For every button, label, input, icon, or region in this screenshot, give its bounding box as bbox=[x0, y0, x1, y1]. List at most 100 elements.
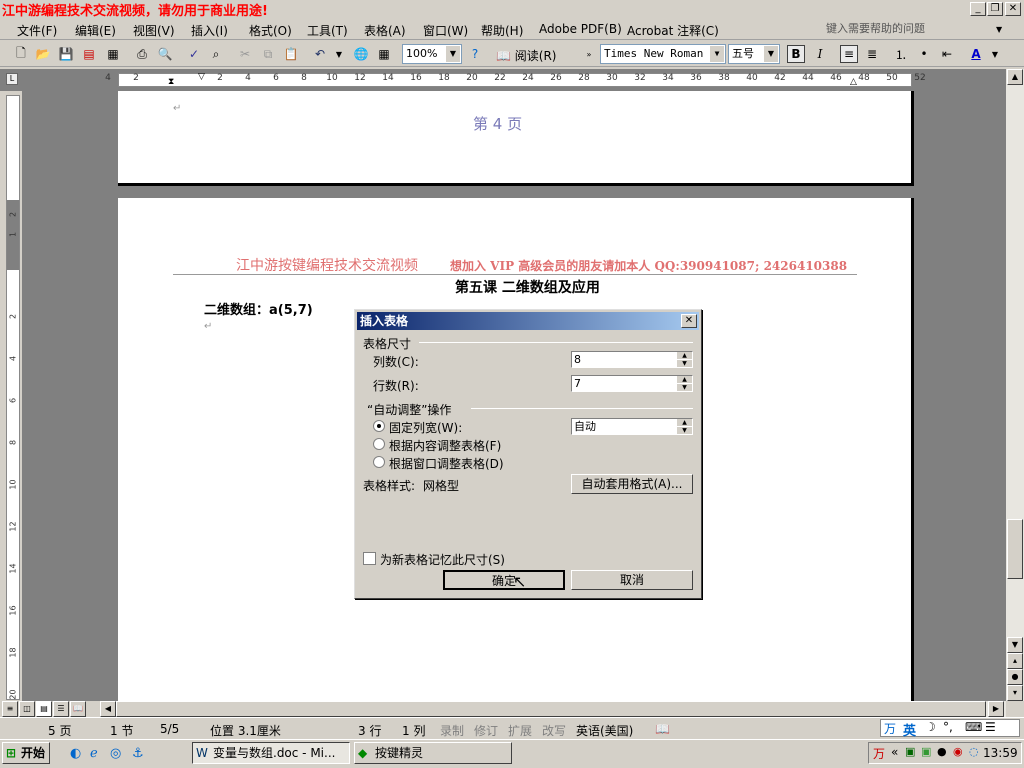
tray-network-icon[interactable]: ▣ bbox=[905, 745, 915, 758]
hyperlink-icon[interactable]: 🌐 bbox=[352, 45, 370, 63]
quicklaunch-app-icon[interactable]: ◎ bbox=[110, 746, 121, 761]
menu-tools[interactable]: 工具(T) bbox=[307, 22, 348, 39]
tray-security-icon[interactable]: ◉ bbox=[953, 745, 963, 758]
read-mode-button[interactable]: 📖 阅读(R) bbox=[496, 47, 556, 64]
help-dropdown-icon[interactable]: ▼ bbox=[996, 25, 1002, 34]
status-extend[interactable]: 扩展 bbox=[508, 722, 532, 739]
remember-size-checkbox[interactable] bbox=[363, 552, 376, 565]
normal-view-icon[interactable]: ≡ bbox=[2, 701, 18, 717]
rows-spinner[interactable]: 7 ▲ ▼ bbox=[571, 375, 693, 392]
left-indent-marker[interactable]: ⧗ bbox=[168, 77, 174, 87]
menu-file[interactable]: 文件(F) bbox=[17, 22, 57, 39]
horizontal-scroll-thumb[interactable] bbox=[116, 701, 986, 717]
fixed-width-radio[interactable] bbox=[373, 420, 385, 432]
numbering-icon[interactable]: ⒈ bbox=[892, 45, 910, 63]
spin-up-icon[interactable]: ▲ bbox=[677, 419, 692, 426]
dialog-close-button[interactable]: ✕ bbox=[681, 314, 697, 328]
scroll-left-button[interactable]: ◀ bbox=[100, 701, 116, 717]
font-name-select[interactable]: Times New Roman ▼ bbox=[600, 44, 726, 64]
restore-button[interactable]: ❐ bbox=[987, 2, 1003, 16]
ime-language-toggle[interactable]: 英 bbox=[903, 720, 916, 739]
menu-view[interactable]: 视图(V) bbox=[133, 22, 175, 39]
next-page-button[interactable]: ▾ bbox=[1007, 685, 1023, 701]
status-overtype[interactable]: 改写 bbox=[542, 722, 566, 739]
show-desktop-icon[interactable]: ◐ bbox=[70, 746, 81, 761]
open-icon[interactable]: 📂 bbox=[34, 45, 52, 63]
menu-help[interactable]: 帮助(H) bbox=[481, 22, 523, 39]
spin-down-icon[interactable]: ▼ bbox=[677, 360, 692, 367]
autofit-window-radio[interactable] bbox=[373, 456, 385, 468]
first-line-indent-marker[interactable]: ▽ bbox=[198, 72, 205, 82]
tray-expand-icon[interactable]: « bbox=[891, 745, 898, 759]
indent-icon[interactable]: ⇤ bbox=[938, 45, 956, 63]
tray-ime-icon[interactable]: 万 bbox=[873, 745, 885, 762]
font-size-select[interactable]: 五号 ▼ bbox=[728, 44, 780, 64]
autoformat-button[interactable]: 自动套用格式(A)... bbox=[571, 474, 693, 494]
status-track-changes[interactable]: 修订 bbox=[474, 722, 498, 739]
menu-format[interactable]: 格式(O) bbox=[249, 22, 292, 39]
vertical-scrollbar[interactable]: ▲ ▼ ▴ ● ▾ bbox=[1006, 69, 1024, 701]
previous-page-button[interactable]: ▴ bbox=[1007, 653, 1023, 669]
save-icon[interactable]: 💾 bbox=[57, 45, 75, 63]
ime-logo-icon[interactable]: 万 bbox=[884, 720, 896, 737]
horizontal-scrollbar[interactable]: ◀ ▶ bbox=[100, 701, 1006, 717]
italic-button[interactable]: I bbox=[811, 45, 829, 63]
minimize-button[interactable]: _ bbox=[970, 2, 986, 16]
tray-app-icon[interactable]: ▣ bbox=[921, 745, 931, 758]
spin-down-icon[interactable]: ▼ bbox=[677, 384, 692, 391]
print-preview-icon[interactable]: 🔍 bbox=[156, 45, 174, 63]
scroll-thumb[interactable] bbox=[1007, 519, 1023, 579]
soft-keyboard-icon[interactable]: ⌨ bbox=[965, 720, 982, 734]
right-indent-marker[interactable]: △ bbox=[850, 77, 857, 87]
font-color-dropdown-icon[interactable]: ▼ bbox=[986, 45, 1004, 63]
tab-selector[interactable]: L bbox=[6, 73, 18, 85]
taskbar-anjian-jingling[interactable]: ◆ 按键精灵 bbox=[354, 742, 512, 764]
ie-quicklaunch-icon[interactable]: ℯ bbox=[90, 746, 98, 761]
help-icon[interactable]: ? bbox=[466, 45, 484, 63]
web-view-icon[interactable]: ◫ bbox=[19, 701, 35, 717]
copy-icon[interactable]: ⧉ bbox=[259, 45, 277, 63]
zoom-select[interactable]: 100% ▼ bbox=[402, 44, 462, 64]
spin-up-icon[interactable]: ▲ bbox=[677, 352, 692, 359]
tray-sync-icon[interactable]: ◌ bbox=[969, 745, 979, 758]
spelling-icon[interactable]: ✓ bbox=[185, 45, 203, 63]
punctuation-icon[interactable]: °, bbox=[943, 720, 953, 734]
scroll-down-button[interactable]: ▼ bbox=[1007, 637, 1023, 653]
spin-up-icon[interactable]: ▲ bbox=[677, 376, 692, 383]
align-distributed-icon[interactable]: ≣ bbox=[863, 45, 881, 63]
menu-adobe-pdf[interactable]: Adobe PDF(B) bbox=[539, 22, 622, 36]
autofit-content-radio[interactable] bbox=[373, 438, 385, 450]
menu-edit[interactable]: 编辑(E) bbox=[75, 22, 116, 39]
spelling-status-icon[interactable]: 📖 bbox=[655, 722, 670, 736]
paste-icon[interactable]: 📋 bbox=[282, 45, 300, 63]
bold-button[interactable]: B bbox=[787, 45, 805, 63]
close-button[interactable]: ✕ bbox=[1005, 2, 1021, 16]
menu-window[interactable]: 窗口(W) bbox=[423, 22, 468, 39]
quicklaunch-tool-icon[interactable]: ⚓ bbox=[132, 746, 144, 761]
outline-view-icon[interactable]: ☰ bbox=[53, 701, 69, 717]
fixed-width-spinner[interactable]: 自动 ▲ ▼ bbox=[571, 418, 693, 435]
menu-table[interactable]: 表格(A) bbox=[364, 22, 406, 39]
print-icon[interactable]: ⎙ bbox=[133, 45, 151, 63]
pdf-icon[interactable]: ▤ bbox=[80, 45, 98, 63]
menu-acrobat-comments[interactable]: Acrobat 注释(C) bbox=[627, 22, 719, 39]
help-search-input[interactable]: 键入需要帮助的问题 bbox=[826, 20, 1006, 38]
align-justify-icon[interactable]: ≡ bbox=[840, 45, 858, 63]
scroll-up-button[interactable]: ▲ bbox=[1007, 69, 1023, 85]
scroll-right-button[interactable]: ▶ bbox=[988, 701, 1004, 717]
start-button[interactable]: ⊞ 开始 bbox=[2, 742, 50, 764]
taskbar-word-document[interactable]: W 变量与数组.doc - Mi... bbox=[192, 742, 350, 764]
spin-down-icon[interactable]: ▼ bbox=[677, 427, 692, 434]
cut-icon[interactable]: ✂ bbox=[236, 45, 254, 63]
toolbar-overflow-icon[interactable]: » bbox=[580, 45, 598, 63]
font-color-icon[interactable]: A bbox=[967, 45, 985, 63]
insert-table-icon[interactable]: ▦ bbox=[375, 45, 393, 63]
ime-menu-icon[interactable]: ☰ bbox=[985, 720, 996, 734]
bullets-icon[interactable]: • bbox=[915, 45, 933, 63]
cancel-button[interactable]: 取消 bbox=[571, 570, 693, 590]
columns-spinner[interactable]: 8 ▲ ▼ bbox=[571, 351, 693, 368]
research-icon[interactable]: ⌕ bbox=[207, 45, 225, 63]
tray-record-icon[interactable]: ● bbox=[937, 745, 947, 758]
select-browse-object-button[interactable]: ● bbox=[1007, 669, 1023, 685]
ok-button[interactable]: 确定 bbox=[443, 570, 565, 590]
